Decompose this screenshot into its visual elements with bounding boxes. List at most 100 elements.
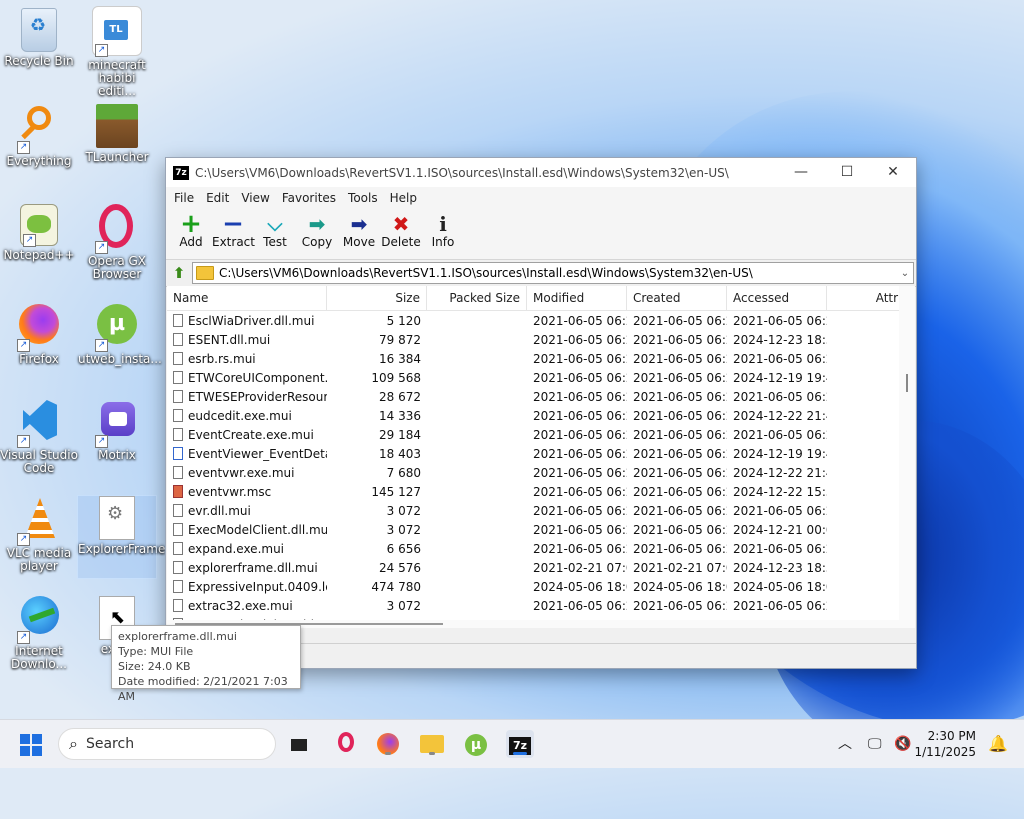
desktop-icon-minecraft[interactable]: TL ↗ minecraft habibi editi... [78, 6, 156, 98]
table-row[interactable]: ExecModelClient.dll.mui 3 072 2021-06-05 0… [167, 520, 915, 539]
task-view-button[interactable] [285, 730, 313, 758]
desktop-icon-idm[interactable]: ↗ Internet Downlo... [0, 594, 78, 671]
column-name[interactable]: Name [167, 286, 327, 310]
file-name-cell: eventvwr.exe.mui [167, 466, 327, 480]
accessed-cell: 2024-12-22 21:48 [733, 408, 827, 423]
file-name-cell: EventCreate.exe.mui [167, 428, 327, 442]
desktop-icon-tlauncher[interactable]: TLauncher [78, 104, 156, 164]
table-row[interactable]: explorerframe.dll.mui 24 576 2021-02-21 07… [167, 558, 915, 577]
minimize-button[interactable]: — [778, 158, 824, 187]
taskbar-opera[interactable] [332, 730, 360, 758]
table-row[interactable]: ETWESEProviderResour... 28 672 2021-06-05 … [167, 387, 915, 406]
table-row[interactable]: EventViewer_EventDetai... 18 403 2021-06-0… [167, 444, 915, 463]
created-cell: 2021-06-05 06:21 [633, 427, 727, 442]
info-button[interactable]: i Info [422, 209, 464, 249]
table-row[interactable]: EsclWiaDriver.dll.mui 5 120 2021-06-05 06:… [167, 311, 915, 330]
title-bar[interactable]: 7z C:\Users\VM6\Downloads\RevertSV1.1.IS… [166, 158, 916, 187]
menu-file[interactable]: File [168, 191, 200, 205]
test-button[interactable]: ⌵ Test [254, 209, 296, 249]
table-row[interactable]: ESENT.dll.mui 79 872 2021-06-05 06:21 2021-… [167, 330, 915, 349]
table-row[interactable]: eudcedit.exe.mui 14 336 2021-06-05 06:21 20… [167, 406, 915, 425]
delete-button[interactable]: ✖ Delete [380, 209, 422, 249]
desktop-icon-explorerframe-dll[interactable]: ⚙ ExplorerFrame.dll [77, 495, 183, 579]
up-folder-button[interactable]: ⬆ [166, 262, 192, 284]
maximize-button[interactable]: ☐ [824, 158, 870, 187]
file-icon [173, 428, 183, 441]
move-arrow-icon: ➡ [350, 212, 368, 236]
chevron-up-icon[interactable]: ︿ [838, 720, 852, 768]
shortcut-arrow-icon: ↗ [17, 339, 30, 352]
desktop-icon-motrix[interactable]: ↗ Motrix [78, 398, 156, 462]
add-button[interactable]: + Add [170, 209, 212, 249]
desktop-icon-opera-gx[interactable]: ↗ Opera GX Browser [78, 204, 156, 281]
created-cell: 2021-06-05 06:21 [633, 541, 727, 556]
info-label: Info [431, 235, 455, 249]
taskbar-firefox[interactable] [374, 730, 402, 758]
taskbar-file-explorer[interactable] [418, 730, 446, 758]
desktop-icon-utweb[interactable]: µ ↗ utweb_insta... [78, 302, 162, 366]
start-button[interactable] [20, 734, 42, 756]
clock[interactable]: 2:30 PM 1/11/2025 [914, 728, 976, 760]
accessed-cell: 2024-12-21 00:00 [733, 522, 827, 537]
column-created[interactable]: Created [627, 286, 727, 310]
created-cell: 2021-02-21 07:03 [633, 560, 727, 575]
desktop-icon-vlc[interactable]: ↗ VLC media player [0, 496, 78, 573]
scroll-thumb[interactable] [906, 374, 908, 392]
path-input[interactable]: C:\Users\VM6\Downloads\RevertSV1.1.ISO\s… [192, 262, 914, 284]
sevenzip-window[interactable]: 7z C:\Users\VM6\Downloads\RevertSV1.1.IS… [165, 157, 917, 669]
menu-edit[interactable]: Edit [200, 191, 235, 205]
taskbar-7zip[interactable]: 7z [506, 730, 534, 758]
chevron-down-icon[interactable]: ⌄ [897, 268, 913, 279]
table-row[interactable]: expand.exe.mui 6 656 2021-06-05 06:21 2021-… [167, 539, 915, 558]
menu-favorites[interactable]: Favorites [276, 191, 342, 205]
menu-view[interactable]: View [235, 191, 275, 205]
vlc-cone-icon: ↗ [15, 496, 63, 546]
table-row[interactable]: EventCreate.exe.mui 29 184 2021-06-05 06: 2… [167, 425, 915, 444]
vertical-scrollbar[interactable] [899, 286, 915, 628]
file-name-cell: ESENT.dll.mui [167, 333, 327, 347]
folder-icon [420, 735, 444, 753]
column-packed-size[interactable]: Packed Size [427, 286, 527, 310]
column-modified[interactable]: Modified [527, 286, 627, 310]
file-name: evr.dll.mui [188, 503, 251, 518]
file-icon [173, 580, 183, 593]
taskbar-utorrent[interactable]: µ [462, 730, 490, 758]
file-icon [173, 466, 183, 479]
desktop-icon-notepadpp[interactable]: ↗ Notepad++ [0, 204, 78, 262]
desktop-icon-vscode[interactable]: ↗ Visual Studio Code [0, 398, 78, 475]
taskbar-search[interactable]: ⌕ Search [58, 728, 276, 760]
test-label: Test [263, 235, 287, 249]
close-button[interactable]: ✕ [870, 158, 916, 187]
notification-bell-icon[interactable]: 🔔 [988, 720, 1008, 768]
desktop-icon-label: TLauncher [85, 150, 149, 164]
file-name: EventViewer_EventDetai... [188, 446, 327, 461]
table-row[interactable]: ExpressiveInput.0409.lex 474 780 2024-05-0… [167, 577, 915, 596]
table-row[interactable]: extrac32.exe.mui 3 072 2021-06-05 06:21 202… [167, 596, 915, 615]
table-row[interactable]: esrb.rs.mui 16 384 2021-06-05 06:21 2021-06… [167, 349, 915, 368]
menu-help[interactable]: Help [384, 191, 423, 205]
file-list[interactable]: Name Size Packed Size Modified Created A… [167, 286, 915, 628]
file-name: explorerframe.dll.mui [188, 560, 318, 575]
table-row[interactable]: eventvwr.msc 145 127 2021-06-05 06:21 2021-… [167, 482, 915, 501]
table-row[interactable]: ETWCoreUIComponent... 109 568 2021-06-05 0… [167, 368, 915, 387]
created-cell: 2021-06-05 06:21 [633, 351, 727, 366]
file-size-cell: 7 680 [386, 465, 421, 480]
table-row[interactable]: evr.dll.mui 3 072 2021-06-05 06:21 2021-06-… [167, 501, 915, 520]
file-name-cell: ETWCoreUIComponent... [167, 371, 327, 385]
desktop-icon-recycle-bin[interactable]: ♻ Recycle Bin [0, 8, 78, 68]
menu-tools[interactable]: Tools [342, 191, 384, 205]
move-button[interactable]: ➡ Move [338, 209, 380, 249]
column-accessed[interactable]: Accessed [727, 286, 827, 310]
desktop-icon-everything[interactable]: ↗ Everything [0, 104, 78, 168]
volume-muted-icon[interactable]: 🔇 [894, 720, 911, 768]
table-row[interactable]: eventvwr.exe.mui 7 680 2021-06-05 06:21 202… [167, 463, 915, 482]
copy-arrow-icon: ➡ [308, 212, 326, 236]
copy-button[interactable]: ➡ Copy [296, 209, 338, 249]
column-size[interactable]: Size [327, 286, 427, 310]
file-name: ExpressiveInput.0409.lex [188, 579, 327, 594]
network-icon[interactable]: 🖵 [868, 720, 882, 768]
desktop-icon-firefox[interactable]: ↗ Firefox [0, 302, 78, 366]
tooltip-modified: Date modified: 2/21/2021 7:03 AM [118, 675, 288, 703]
modified-cell: 2021-06-05 06:21 [533, 370, 627, 385]
extract-button[interactable]: − Extract [212, 209, 255, 249]
